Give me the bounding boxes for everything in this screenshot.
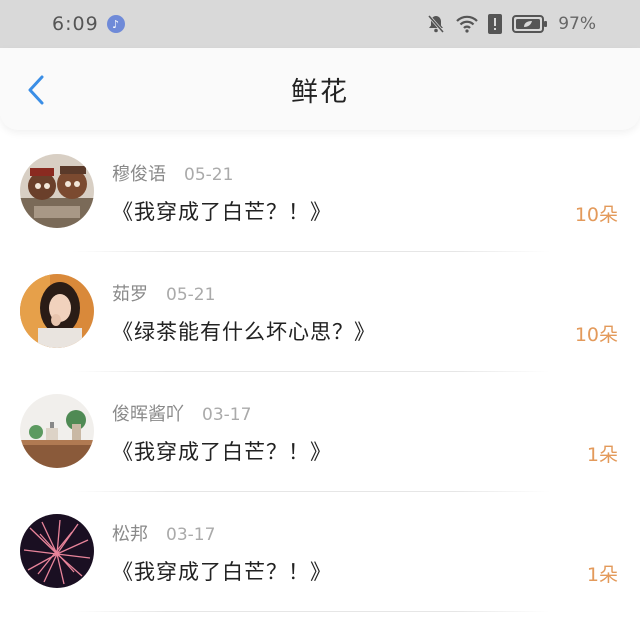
record-meta: 俊晖酱吖 03-17 (112, 400, 251, 426)
record-meta: 松邦 03-17 (112, 520, 215, 546)
record-meta: 茹罗 05-21 (112, 280, 215, 306)
record-date: 03-17 (166, 525, 216, 545)
sender-name[interactable]: 俊晖酱吖 (112, 400, 184, 426)
status-time: 6:09 (52, 13, 99, 35)
list-item[interactable]: 俊晖酱吖 03-17 《我穿成了白芒？！》 1朵 (0, 372, 640, 492)
wifi-icon (456, 15, 478, 33)
battery-percent: 97% (558, 14, 596, 34)
divider (72, 611, 550, 612)
work-title[interactable]: 《我穿成了白芒？！》 (112, 196, 332, 226)
sender-name[interactable]: 穆俊语 (112, 160, 166, 186)
list-item[interactable]: 穆俊语 05-21 《我穿成了白芒？！》 10朵 (0, 132, 640, 252)
list-item[interactable]: 茹罗 05-21 《绿茶能有什么坏心思？》 10朵 (0, 252, 640, 372)
work-title[interactable]: 《我穿成了白芒？！》 (112, 556, 332, 586)
nav-bar: 鲜花 (0, 48, 640, 130)
flower-count: 1朵 (586, 564, 618, 586)
flower-count: 1朵 (586, 444, 618, 466)
sender-name[interactable]: 茹罗 (112, 280, 148, 306)
page-title: 鲜花 (291, 76, 349, 108)
status-left: 6:09 ♪ (52, 13, 125, 35)
sender-name[interactable]: 松邦 (112, 520, 148, 546)
record-date: 05-21 (166, 285, 216, 305)
avatar[interactable] (20, 394, 94, 468)
flower-count: 10朵 (574, 324, 618, 346)
avatar[interactable] (20, 274, 94, 348)
status-bar: 6:09 ♪ 97% (0, 0, 640, 48)
alert-sim-icon (488, 14, 503, 34)
list-item[interactable]: 松邦 03-17 《我穿成了白芒？！》 1朵 (0, 492, 640, 612)
mute-bell-icon (426, 14, 446, 34)
battery-icon (512, 15, 548, 33)
avatar[interactable] (20, 154, 94, 228)
record-meta: 穆俊语 05-21 (112, 160, 233, 186)
record-date: 03-17 (202, 405, 252, 425)
status-right: 97% (426, 14, 596, 34)
avatar[interactable] (20, 514, 94, 588)
work-title[interactable]: 《绿茶能有什么坏心思？》 (112, 316, 376, 346)
flower-list: 穆俊语 05-21 《我穿成了白芒？！》 10朵 茹罗 05-21 《绿茶能有什… (0, 132, 640, 612)
record-date: 05-21 (184, 165, 234, 185)
music-icon: ♪ (106, 15, 125, 33)
work-title[interactable]: 《我穿成了白芒？！》 (112, 436, 332, 466)
flower-count: 10朵 (574, 204, 618, 226)
